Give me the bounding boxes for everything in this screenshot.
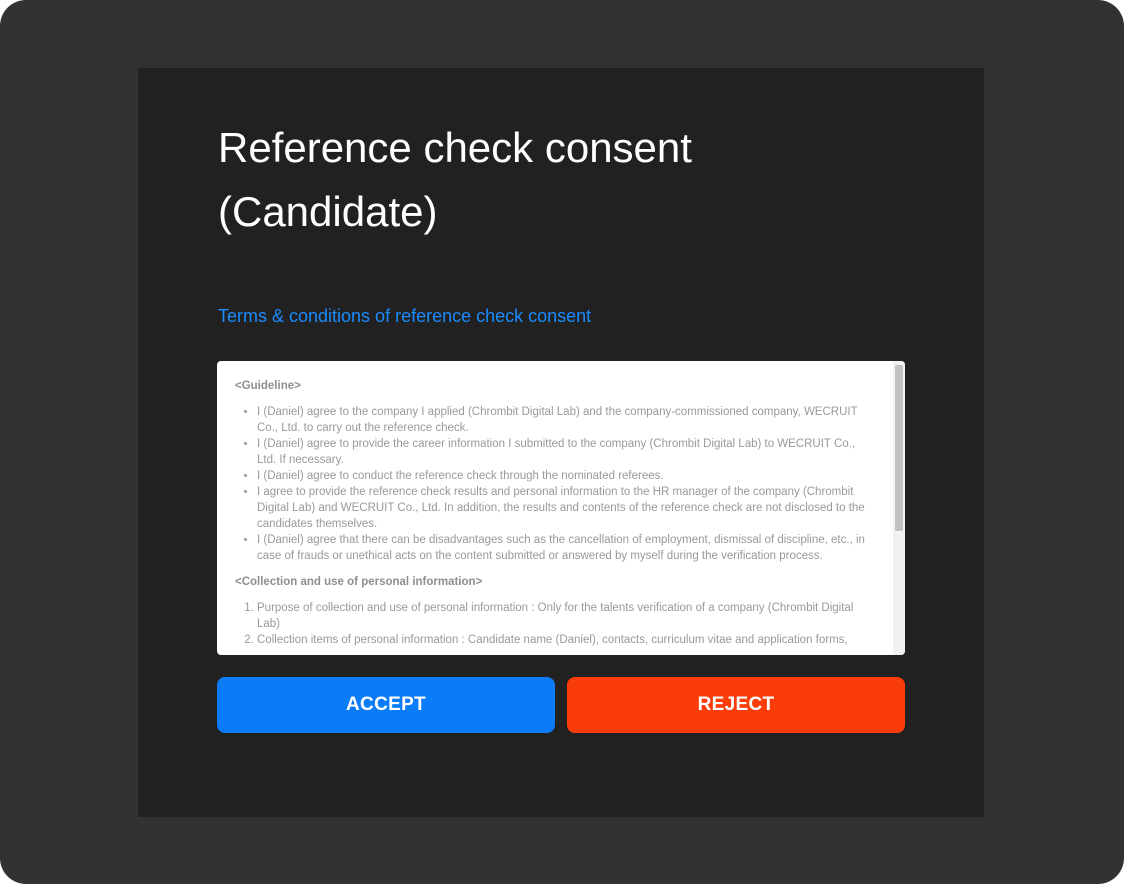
guideline-item: I (Daniel) agree to conduct the referenc… xyxy=(257,468,875,484)
title-line-2: (Candidate) xyxy=(218,188,438,235)
collection-item: Purpose of collection and use of persona… xyxy=(257,600,875,632)
consent-dialog: Reference check consent (Candidate) Term… xyxy=(138,68,984,817)
scrollbar-thumb[interactable] xyxy=(895,365,903,531)
title-line-1: Reference check consent xyxy=(218,124,692,171)
collection-list: Purpose of collection and use of persona… xyxy=(235,600,875,648)
guideline-item: I (Daniel) agree to provide the career i… xyxy=(257,436,875,468)
collection-heading: <Collection and use of personal informat… xyxy=(235,576,483,588)
accept-button[interactable]: ACCEPT xyxy=(217,677,555,733)
guideline-item: I agree to provide the reference check r… xyxy=(257,484,875,532)
reject-button[interactable]: REJECT xyxy=(567,677,905,733)
window-frame: Reference check consent (Candidate) Term… xyxy=(0,0,1124,884)
terms-conditions-link[interactable]: Terms & conditions of reference check co… xyxy=(218,306,591,327)
terms-textbox[interactable]: <Guideline> I (Daniel) agree to the comp… xyxy=(217,361,905,655)
terms-scrollbar[interactable] xyxy=(893,361,905,655)
terms-content: <Guideline> I (Daniel) agree to the comp… xyxy=(217,361,893,648)
guideline-item: I (Daniel) agree that there can be disad… xyxy=(257,532,875,564)
guideline-item: I (Daniel) agree to the company I applie… xyxy=(257,404,875,436)
page-title: Reference check consent (Candidate) xyxy=(218,116,818,244)
guideline-heading: <Guideline> xyxy=(235,380,301,392)
collection-item: Collection items of personal information… xyxy=(257,632,875,648)
guideline-list: I (Daniel) agree to the company I applie… xyxy=(235,404,875,564)
terms-scroll-area[interactable]: <Guideline> I (Daniel) agree to the comp… xyxy=(217,361,893,655)
